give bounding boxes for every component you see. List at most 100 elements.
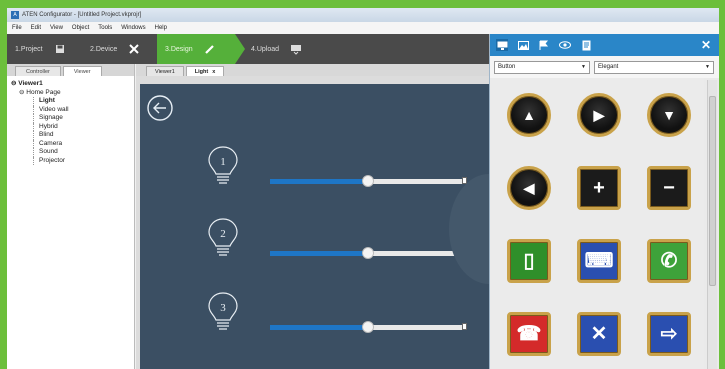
menu-edit[interactable]: Edit <box>31 25 41 31</box>
bulb-icon[interactable]: 3 <box>206 290 240 336</box>
step-device[interactable]: 2.Device <box>82 34 157 64</box>
palette-cell: ✆ <box>634 224 704 297</box>
bulb-number: 3 <box>220 302 226 314</box>
document-icon[interactable] <box>580 39 592 51</box>
close-palette-icon[interactable]: ✕ <box>701 38 711 52</box>
window-title: ATEN Configurator - [Untitled Project.vk… <box>22 12 142 18</box>
input-button-icon[interactable]: ⇨ <box>647 311 691 356</box>
keyboard-button-icon[interactable]: ⌨ <box>577 238 621 283</box>
step-label: 1.Project <box>15 45 43 53</box>
button-glyph: ⌨ <box>584 249 614 272</box>
right-button-icon[interactable]: ▶ <box>577 92 621 137</box>
menu-help[interactable]: Help <box>155 25 167 31</box>
tree-item-hybrid[interactable]: Hybrid <box>33 122 134 131</box>
tab-light[interactable]: Light x <box>185 66 225 76</box>
back-arrow-icon[interactable] <box>146 94 174 122</box>
project-explorer: Controller Viewer ⊖ Viewer1 ⊖ Home Page … <box>7 64 135 369</box>
close-tab-icon[interactable]: x <box>212 69 215 75</box>
light-slider-2[interactable]: 2 <box>270 247 467 259</box>
palette-cell: + <box>564 151 634 224</box>
phone-button-icon[interactable]: ✆ <box>647 238 691 283</box>
menu-file[interactable]: File <box>12 25 22 31</box>
bulb-number: 2 <box>220 228 226 240</box>
bulb-number: 1 <box>220 156 226 168</box>
palette-cell: ▯ <box>494 224 564 297</box>
bulb-icon[interactable]: 2 <box>206 216 240 262</box>
app-icon: A <box>11 11 19 19</box>
palette-filters: Button ▼ Elegant ▼ <box>490 56 719 78</box>
explorer-tabs: Controller Viewer <box>7 64 134 76</box>
chevron-down-icon: ▼ <box>705 64 710 70</box>
plus-button-icon[interactable]: + <box>577 165 621 210</box>
mute-button-icon[interactable]: ✕ <box>577 311 621 356</box>
slider-fill <box>270 251 368 256</box>
canvas-edge-shade <box>449 174 489 284</box>
palette-cell: ▶ <box>564 78 634 151</box>
tree-item-sound[interactable]: Sound <box>33 148 134 157</box>
tree-root[interactable]: ⊖ Viewer1 <box>11 80 134 89</box>
step-label: 4.Upload <box>251 45 280 53</box>
page-tree: ⊖ Viewer1 ⊖ Home Page Light Video wall S… <box>7 76 134 165</box>
tree-item-blind[interactable]: Blind <box>33 131 134 140</box>
tree-item-projector[interactable]: Projector <box>33 156 134 165</box>
menu-tools[interactable]: Tools <box>98 25 112 31</box>
slider-knob[interactable] <box>362 321 374 333</box>
save-icon <box>53 42 67 56</box>
step-design[interactable]: 3.Design <box>157 34 245 64</box>
component-palette: ✕ Button ▼ Elegant ▼ ▲ ▶ ▼ ◀ + − ▯ ⌨ ✆ ☎ ✕ ⇨ <box>489 34 719 369</box>
palette-scrollbar[interactable] <box>707 80 717 369</box>
design-stage[interactable]: 1 2 2 3 <box>140 84 489 369</box>
slider-track <box>368 325 466 330</box>
button-glyph: ▶ <box>593 106 605 123</box>
palette-cell: ⇨ <box>634 297 704 369</box>
step-project[interactable]: 1.Project <box>7 34 82 64</box>
document-tabs: Viewer1 Light x <box>136 64 489 76</box>
down-button-icon[interactable]: ▼ <box>647 92 691 137</box>
tab-controller[interactable]: Controller <box>15 66 61 76</box>
menu-object[interactable]: Object <box>72 25 89 31</box>
flag-icon[interactable] <box>538 39 550 51</box>
menu-windows[interactable]: Windows <box>121 25 145 31</box>
light-slider-1[interactable] <box>270 175 467 187</box>
design-canvas-area: Viewer1 Light x 1 2 3 <box>136 64 489 369</box>
button-glyph: − <box>663 176 675 199</box>
button-glyph: ▯ <box>523 249 535 272</box>
step-label: 2.Device <box>90 45 118 53</box>
title-bar: A ATEN Configurator - [Untitled Project.… <box>7 8 719 22</box>
eye-icon[interactable] <box>559 39 571 51</box>
button-glyph: + <box>593 176 605 199</box>
up-button-icon[interactable]: ▲ <box>507 92 551 137</box>
tab-viewer[interactable]: Viewer <box>62 66 102 76</box>
tree-item-signage[interactable]: Signage <box>33 114 134 123</box>
light-slider-3[interactable] <box>270 321 467 333</box>
chevron-down-icon: ▼ <box>581 64 586 70</box>
menu-view[interactable]: View <box>50 25 63 31</box>
style-select[interactable]: Elegant ▼ <box>594 60 714 74</box>
minus-button-icon[interactable]: − <box>647 165 691 210</box>
palette-cell: ☎ <box>494 297 564 369</box>
remote-button-icon[interactable]: ▯ <box>507 238 551 283</box>
monitor-icon[interactable] <box>496 39 508 51</box>
type-select[interactable]: Button ▼ <box>494 60 590 74</box>
button-gallery: ▲ ▶ ▼ ◀ + − ▯ ⌨ ✆ ☎ ✕ ⇨ <box>490 78 704 369</box>
app-window: A ATEN Configurator - [Untitled Project.… <box>7 8 719 369</box>
step-upload[interactable]: 4.Upload <box>235 34 311 64</box>
tree-page[interactable]: ⊖ Home Page <box>11 89 134 98</box>
slider-endcap <box>462 323 467 330</box>
hangup-button-icon[interactable]: ☎ <box>507 311 551 356</box>
button-glyph: ✕ <box>590 322 608 345</box>
upload-icon <box>289 42 303 56</box>
image-icon[interactable] <box>517 39 529 51</box>
tab-viewer1[interactable]: Viewer1 <box>146 66 184 76</box>
slider-fill <box>270 179 368 184</box>
tree-item-video-wall[interactable]: Video wall <box>33 105 134 114</box>
bulb-icon[interactable]: 1 <box>206 144 240 190</box>
slider-knob[interactable] <box>362 175 374 187</box>
scrollbar-thumb[interactable] <box>709 96 716 286</box>
slider-knob[interactable] <box>362 247 374 259</box>
button-glyph: ◀ <box>523 179 535 196</box>
left-button-icon[interactable]: ◀ <box>507 165 551 210</box>
tree-item-light[interactable]: Light <box>33 97 134 106</box>
tree-item-camera[interactable]: Camera <box>33 139 134 148</box>
palette-cell: ▼ <box>634 78 704 151</box>
